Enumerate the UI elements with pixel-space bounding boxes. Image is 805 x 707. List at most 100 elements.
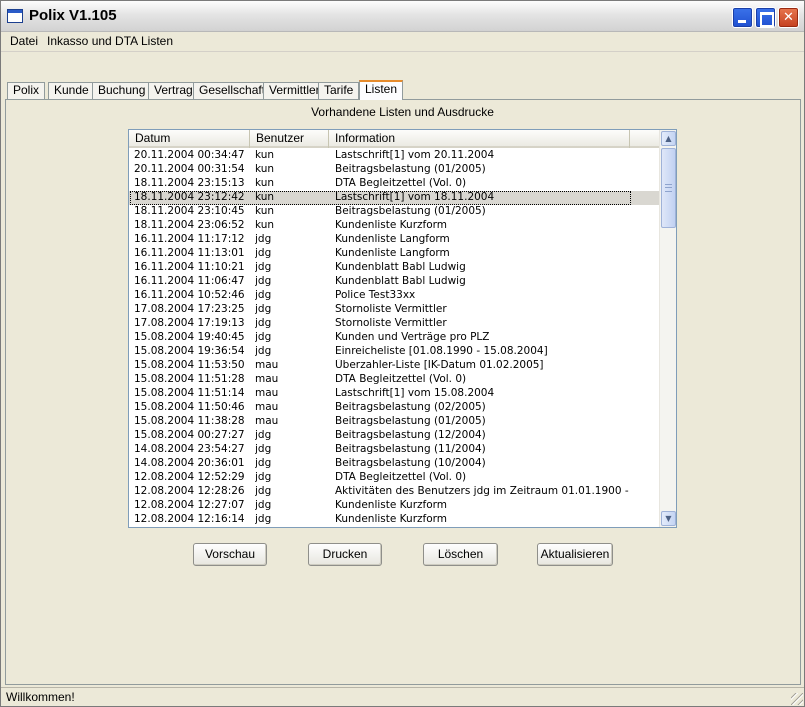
status-text: Willkommen! [6,690,75,704]
cell-information: Kundenblatt Babl Ludwig [335,275,466,287]
cell-datum: 14.08.2004 20:36:01 [134,457,245,469]
table-row[interactable]: 12.08.2004 12:27:07 jdg Kundenliste Kurzfo… [129,499,659,513]
toolbar-area [1,51,804,79]
cell-information: Einreicheliste [01.08.1990 - 15.08.2004] [335,345,548,357]
table-row[interactable]: 15.08.2004 19:40:45 jdg Kunden und Verträg… [129,331,659,345]
table-row[interactable]: 18.11.2004 23:10:45 kun Beitragsbelastung … [129,205,659,219]
cell-datum: 18.11.2004 23:10:45 [134,205,245,217]
cell-benutzer: jdg [255,485,272,497]
table-row[interactable]: 15.08.2004 11:38:28 mau Beitragsbelastung … [129,415,659,429]
print-button[interactable]: Drucken [308,543,382,566]
tab-gesellschaft[interactable]: Gesellschaft [193,82,272,99]
cell-datum: 16.11.2004 11:13:01 [134,247,245,259]
menu-listen[interactable]: Listen [141,34,173,48]
tab-buchung[interactable]: Buchung [92,82,152,99]
table-row[interactable]: 16.11.2004 10:52:46 jdg Police Test33xx [129,289,659,303]
table-row[interactable]: 17.08.2004 17:23:25 jdg Stornoliste Vermit… [129,303,659,317]
tab-kunde[interactable]: Kunde [48,82,95,99]
tab-vertrag[interactable]: Vertrag [148,82,199,99]
menu-inkasso-und-dta[interactable]: Inkasso und DTA [47,34,138,48]
column-header-information[interactable]: Information [329,130,630,148]
grip-icon [665,184,672,192]
vertical-scrollbar[interactable]: ▲ ▼ [659,130,676,527]
scroll-up-button[interactable]: ▲ [661,131,676,146]
menu-bar: Datei Inkasso und DTA Listen [1,32,804,50]
cell-datum: 12.08.2004 12:16:14 [134,513,245,525]
chevron-down-icon: ▼ [665,514,672,523]
table-row[interactable]: 15.08.2004 11:50:46 mau Beitragsbelastung … [129,401,659,415]
close-button[interactable]: ✕ [778,7,799,28]
table-row[interactable]: 15.08.2004 00:27:27 jdg Beitragsbelastung … [129,429,659,443]
table-row[interactable]: 18.11.2004 23:15:13 kun DTA Begleitzettel … [129,177,659,191]
table-row[interactable]: 18.11.2004 23:12:42 kun Lastschrift[1] vom… [129,191,659,205]
table-row[interactable]: 20.11.2004 00:34:47 kun Lastschrift[1] vom… [129,149,659,163]
refresh-button[interactable]: Aktualisieren [537,543,613,566]
table-row[interactable]: 18.11.2004 23:06:52 kun Kundenliste Kurzfo… [129,219,659,233]
table-row[interactable]: 14.08.2004 23:54:27 jdg Beitragsbelastung … [129,443,659,457]
scroll-down-button[interactable]: ▼ [661,511,676,526]
title-bar[interactable]: Polix V1.105 ✕ [1,1,804,32]
table-row[interactable]: 16.11.2004 11:13:01 jdg Kundenliste Langfo… [129,247,659,261]
cell-datum: 16.11.2004 11:10:21 [134,261,245,273]
tab-vermittler[interactable]: Vermittler [263,82,326,99]
chevron-up-icon: ▲ [665,134,672,143]
table-row[interactable]: 14.08.2004 20:36:01 jdg Beitragsbelastung … [129,457,659,471]
cell-information: DTA Begleitzettel (Vol. 0) [335,177,467,189]
cell-benutzer: mau [255,415,279,427]
cell-benutzer: mau [255,387,279,399]
table-row[interactable]: 15.08.2004 11:51:28 mau DTA Begleitzettel … [129,373,659,387]
cell-datum: 15.08.2004 19:36:54 [134,345,245,357]
cell-benutzer: jdg [255,247,272,259]
table-row[interactable]: 16.11.2004 11:17:12 jdg Kundenliste Langfo… [129,233,659,247]
cell-information: Kundenliste Kurzform [335,513,447,525]
table-header: Datum Benutzer Information [129,130,659,148]
table-row[interactable]: 15.08.2004 11:53:50 mau Überzahler-Liste [… [129,359,659,373]
cell-datum: 15.08.2004 19:40:45 [134,331,245,343]
column-header-datum[interactable]: Datum [129,130,250,148]
scroll-thumb[interactable] [661,148,676,228]
cell-information: Kundenliste Kurzform [335,499,447,511]
maximize-button[interactable] [755,7,776,28]
cell-benutzer: jdg [255,275,272,287]
table-body: 20.11.2004 00:34:47 kun Lastschrift[1] vom… [129,149,659,527]
cell-benutzer: mau [255,401,279,413]
cell-datum: 14.08.2004 23:54:27 [134,443,245,455]
cell-information: Stornoliste Vermittler [335,303,447,315]
table-row[interactable]: 16.11.2004 11:06:47 jdg Kundenblatt Babl L… [129,275,659,289]
table-row[interactable]: 16.11.2004 11:10:21 jdg Kundenblatt Babl L… [129,261,659,275]
table-row[interactable]: 12.08.2004 12:52:29 jdg DTA Begleitzettel … [129,471,659,485]
cell-datum: 15.08.2004 11:38:28 [134,415,245,427]
menu-datei[interactable]: Datei [10,34,38,48]
tab-tarife[interactable]: Tarife [318,82,360,99]
delete-button[interactable]: Löschen [423,543,498,566]
table-row[interactable]: 15.08.2004 11:51:14 mau Lastschrift[1] vom… [129,387,659,401]
cell-datum: 15.08.2004 11:53:50 [134,359,245,371]
cell-information: Beitragsbelastung (01/2005) [335,163,486,175]
tab-listen[interactable]: Listen [359,80,404,100]
table-row[interactable]: 17.08.2004 17:19:13 jdg Stornoliste Vermit… [129,317,659,331]
cell-benutzer: jdg [255,261,272,273]
minimize-button[interactable] [732,7,753,28]
cell-information: Kundenblatt Babl Ludwig [335,261,466,273]
cell-benutzer: jdg [255,331,272,343]
cell-benutzer: jdg [255,513,272,525]
cell-information: Lastschrift[1] vom 15.08.2004 [335,387,495,399]
table-row[interactable]: 12.08.2004 12:28:26 jdg Aktivitäten des Be… [129,485,659,499]
resize-grip-icon[interactable] [791,693,803,705]
cell-benutzer: kun [255,205,275,217]
preview-button[interactable]: Vorschau [193,543,267,566]
table-row[interactable]: 15.08.2004 19:36:54 jdg Einreicheliste [01… [129,345,659,359]
cell-benutzer: kun [255,149,275,161]
cell-information: Stornoliste Vermittler [335,317,447,329]
cell-information: Police Test33xx [335,289,416,301]
tab-polix[interactable]: Polix [7,82,46,99]
cell-benutzer: jdg [255,345,272,357]
cell-datum: 15.08.2004 11:51:14 [134,387,245,399]
lists-table[interactable]: Datum Benutzer Information 20.11.2004 00… [128,129,677,528]
close-icon: ✕ [783,10,794,25]
cell-datum: 16.11.2004 11:06:47 [134,275,245,287]
table-row[interactable]: 20.11.2004 00:31:54 kun Beitragsbelastung … [129,163,659,177]
table-row[interactable]: 12.08.2004 12:16:14 jdg Kundenliste Kurzfo… [129,513,659,527]
column-header-benutzer[interactable]: Benutzer [250,130,329,148]
cell-benutzer: kun [255,191,275,203]
